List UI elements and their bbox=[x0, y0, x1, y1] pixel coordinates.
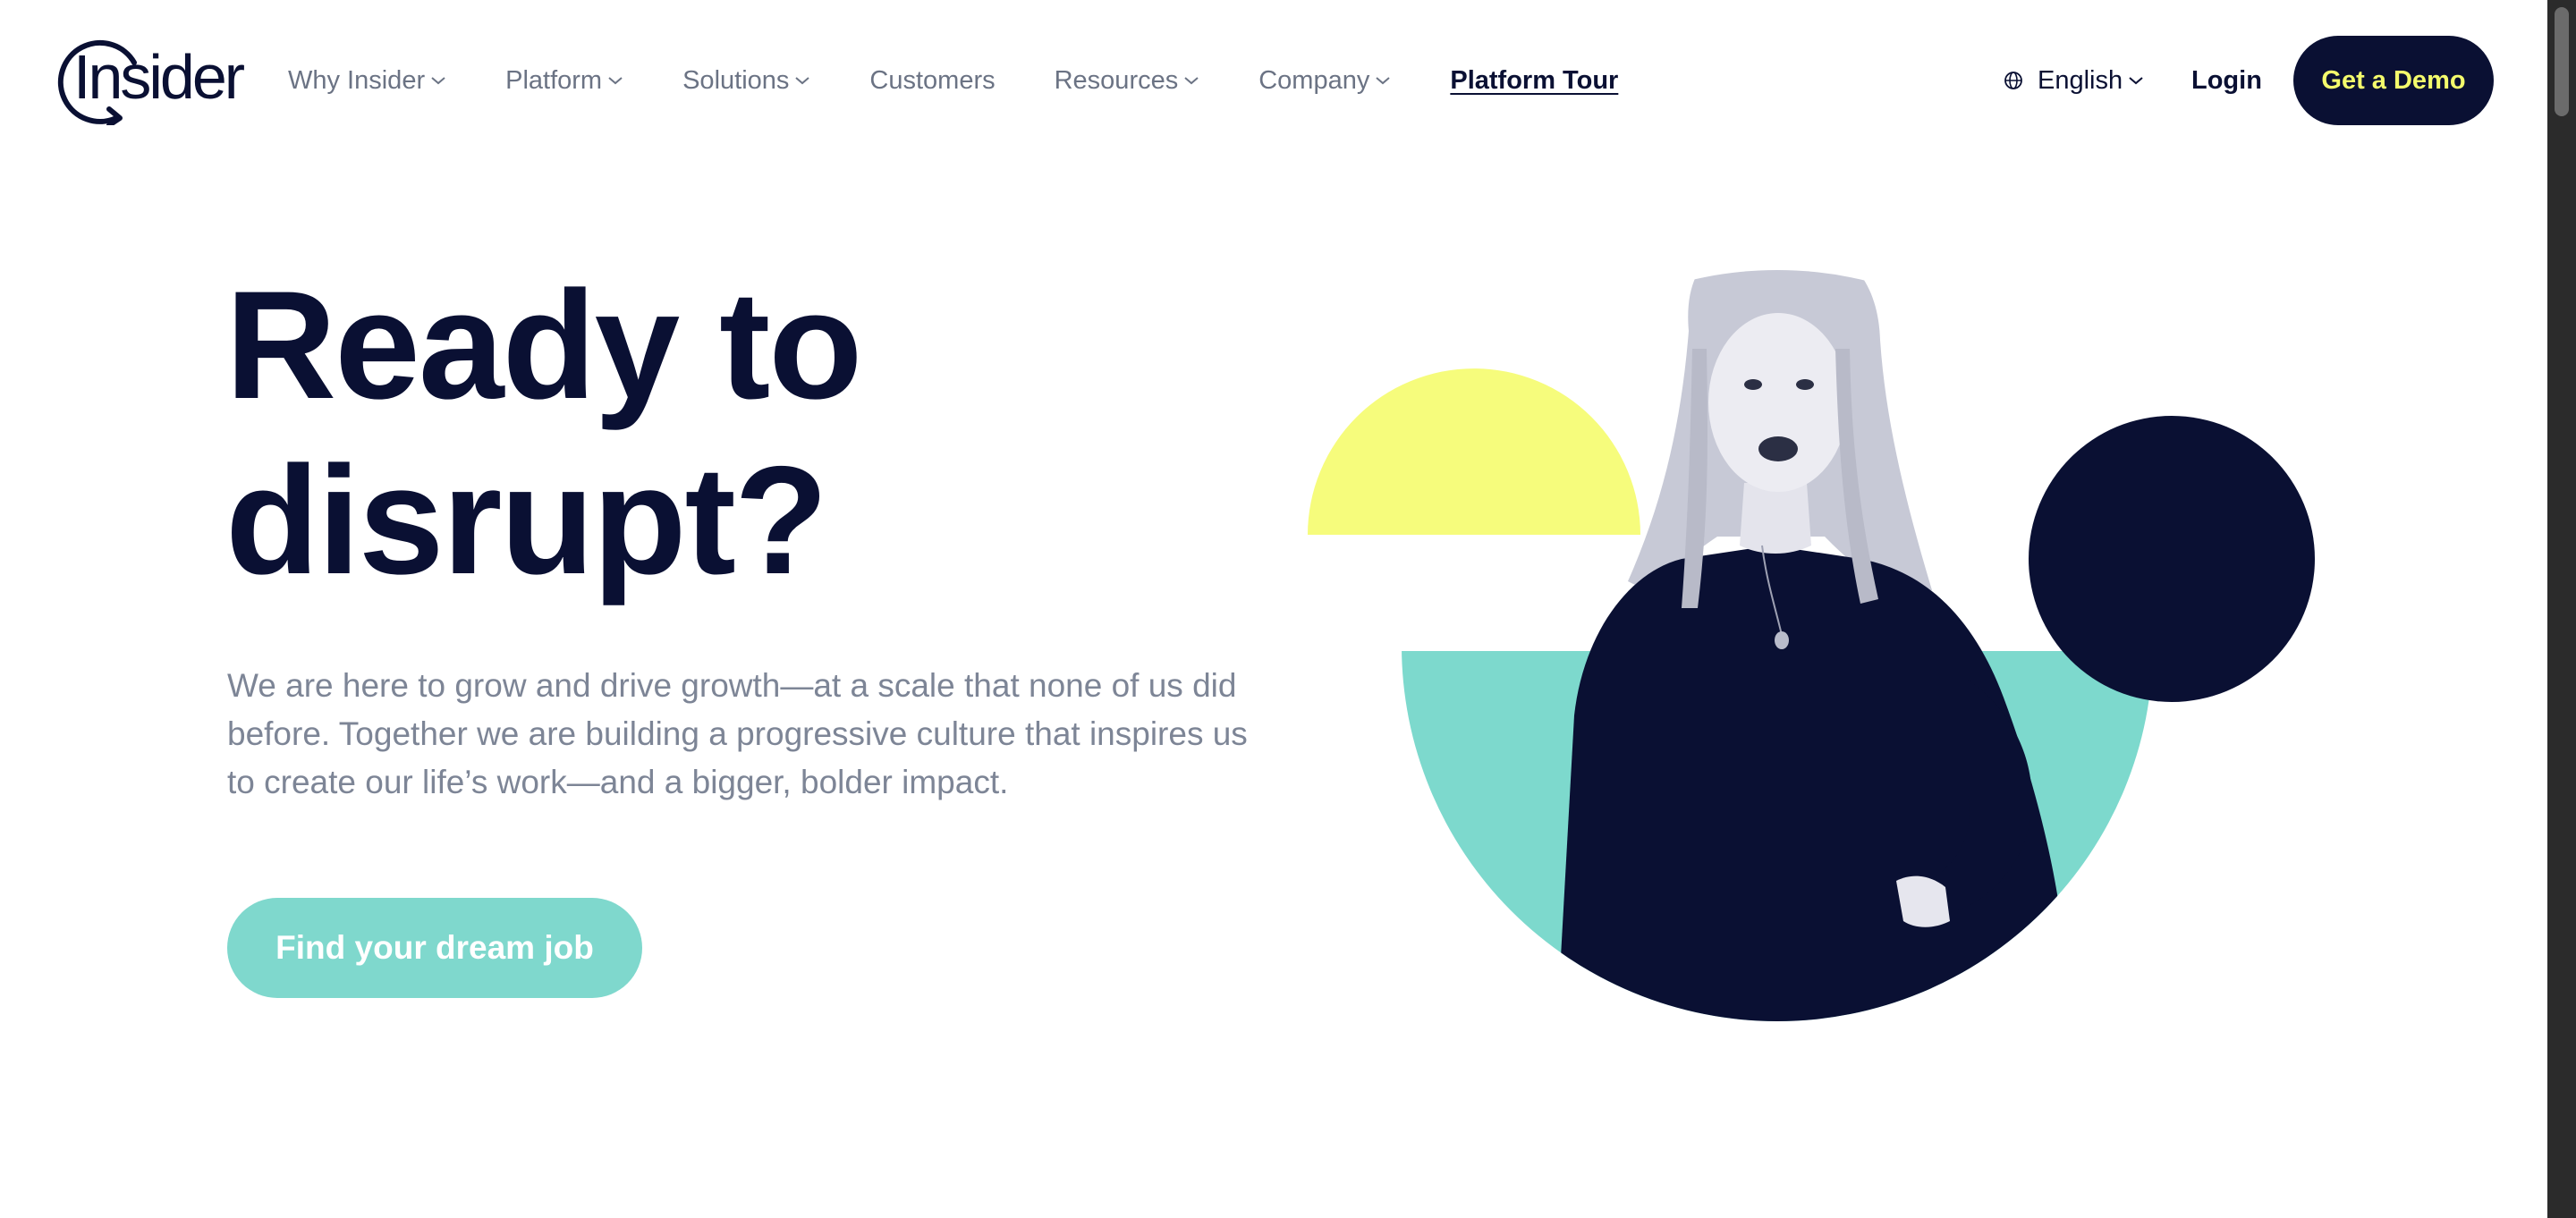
yellow-half-circle-shape bbox=[1308, 368, 1640, 535]
hero-title-line: disrupt? bbox=[225, 435, 828, 606]
nav-customers[interactable]: Customers bbox=[869, 66, 995, 96]
nav-label: Customers bbox=[869, 65, 996, 95]
insider-logo[interactable]: Insider bbox=[55, 36, 245, 125]
chevron-down-icon bbox=[431, 77, 445, 85]
globe-icon bbox=[2004, 72, 2022, 89]
nav-label: Solutions bbox=[682, 65, 790, 95]
logo-text: Insider bbox=[73, 42, 245, 112]
language-selector[interactable]: English bbox=[2004, 59, 2144, 102]
chevron-down-icon bbox=[1376, 77, 1391, 85]
nav-solutions[interactable]: Solutions bbox=[682, 66, 810, 96]
get-demo-button[interactable]: Get a Demo bbox=[2293, 36, 2494, 125]
nav-company[interactable]: Company bbox=[1258, 66, 1391, 96]
nav-label: Company bbox=[1258, 65, 1370, 95]
site-header: Insider Why Insider Platform Solutions C… bbox=[0, 0, 2547, 159]
hero-illustration bbox=[1308, 270, 2315, 1021]
scrollbar-thumb[interactable] bbox=[2555, 7, 2569, 116]
find-dream-job-button[interactable]: Find your dream job bbox=[227, 898, 642, 998]
chevron-down-icon bbox=[2129, 77, 2143, 85]
navy-circle-shape bbox=[2029, 416, 2315, 702]
chevron-down-icon bbox=[795, 77, 810, 85]
nav-label: Platform bbox=[505, 65, 603, 95]
chevron-down-icon bbox=[1184, 77, 1199, 85]
nav-platform-tour[interactable]: Platform Tour bbox=[1450, 66, 1618, 96]
nav-label: Why Insider bbox=[288, 65, 426, 95]
nav-platform[interactable]: Platform bbox=[505, 66, 623, 96]
hero-title: Ready to disrupt? bbox=[225, 258, 1209, 608]
main-nav: Why Insider Platform Solutions Customers… bbox=[288, 59, 1677, 102]
chevron-down-icon bbox=[608, 77, 623, 85]
nav-resources[interactable]: Resources bbox=[1055, 66, 1200, 96]
language-label: English bbox=[2038, 65, 2123, 95]
login-link[interactable]: Login bbox=[2191, 59, 2262, 102]
hero-description: We are here to grow and drive growth—at … bbox=[227, 667, 1248, 800]
person-photo bbox=[1556, 270, 2075, 1021]
nav-why-insider[interactable]: Why Insider bbox=[288, 66, 446, 96]
page-scrollbar[interactable] bbox=[2547, 0, 2576, 1218]
nav-label: Resources bbox=[1054, 65, 1179, 95]
hero-title-line: Ready to bbox=[225, 259, 862, 431]
